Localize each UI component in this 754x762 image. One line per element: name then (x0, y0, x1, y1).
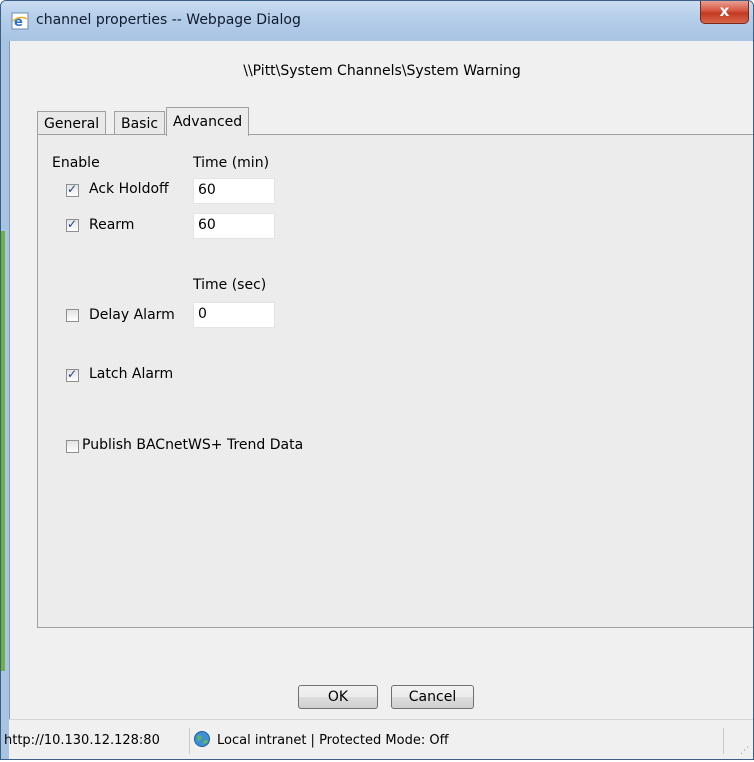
dialog-client-area: \\Pitt\System Channels\System Warning Ge… (9, 41, 753, 719)
delay-alarm-checkbox[interactable] (66, 309, 79, 322)
enable-header: Enable (52, 155, 100, 171)
ack-holdoff-checkbox[interactable] (66, 182, 79, 197)
status-url: http://10.130.12.128:80 (4, 733, 160, 748)
window-title: channel properties -- Webpage Dialog (36, 12, 301, 28)
publish-trend-label: Publish BACnetWS+ Trend Data (82, 437, 304, 453)
ok-button[interactable]: OK (298, 685, 378, 709)
time-sec-header: Time (sec) (193, 277, 267, 293)
advanced-panel: Enable Time (min) Ack Holdoff 60 Rearm 6… (37, 134, 753, 628)
dialog-window: e channel properties -- Webpage Dialog x… (0, 0, 754, 760)
cancel-button[interactable]: Cancel (391, 685, 474, 709)
latch-alarm-checkbox[interactable] (66, 367, 79, 382)
tab-basic[interactable]: Basic (114, 111, 166, 135)
ack-holdoff-time-input[interactable]: 60 (193, 178, 275, 204)
ie-page-icon: e (11, 12, 29, 30)
window-frame-accent (1, 231, 5, 671)
status-separator (189, 728, 190, 754)
channel-path: \\Pitt\System Channels\System Warning (243, 63, 521, 79)
rearm-time-input[interactable]: 60 (193, 213, 275, 239)
status-bar: http://10.130.12.128:80 Local intranet |… (4, 719, 753, 759)
status-separator-right (723, 728, 724, 754)
resize-grip-icon[interactable]: ⋰ (740, 746, 749, 756)
time-min-header: Time (min) (193, 155, 270, 171)
tab-advanced[interactable]: Advanced (166, 107, 250, 136)
close-icon: x (719, 2, 730, 20)
tab-general[interactable]: General (37, 111, 107, 135)
close-button[interactable]: x (700, 1, 749, 24)
rearm-label: Rearm (89, 217, 135, 233)
rearm-checkbox[interactable] (66, 217, 79, 232)
delay-alarm-time-input[interactable]: 0 (193, 302, 275, 328)
latch-alarm-label: Latch Alarm (89, 366, 174, 382)
publish-trend-checkbox[interactable] (66, 440, 79, 453)
ack-holdoff-label: Ack Holdoff (89, 181, 169, 197)
security-zone-text: Local intranet | Protected Mode: Off (217, 733, 449, 748)
intranet-globe-icon (194, 731, 210, 747)
title-bar[interactable]: e channel properties -- Webpage Dialog x (1, 1, 753, 41)
delay-alarm-label: Delay Alarm (89, 307, 175, 323)
